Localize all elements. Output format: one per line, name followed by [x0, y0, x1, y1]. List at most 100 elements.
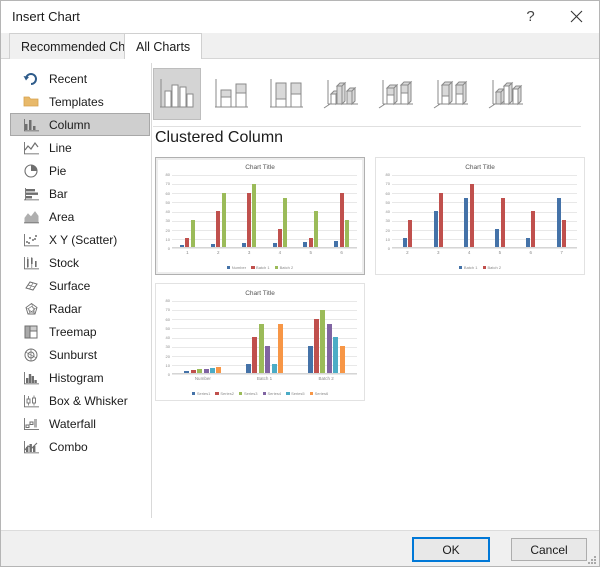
subtype-3d-clustered-column[interactable] — [318, 68, 366, 120]
sidebar-item-histogram[interactable]: Histogram — [10, 366, 150, 389]
insert-chart-dialog: Insert Chart ? Recommended Charts All Ch… — [0, 0, 600, 567]
bar — [562, 220, 566, 247]
tab-all-charts[interactable]: All Charts — [124, 33, 202, 60]
y-axis-tick-label: 20 — [386, 229, 390, 233]
chart-subtype-strip[interactable] — [153, 68, 591, 121]
x-axis-tick-label: 1 — [172, 250, 203, 255]
grid-line: 0 — [392, 248, 577, 249]
legend-swatch — [286, 392, 290, 396]
y-axis-tick-label: 50 — [386, 201, 390, 205]
sidebar-item-templates[interactable]: Templates — [10, 90, 150, 113]
sidebar-item-box-whisker[interactable]: Box & Whisker — [10, 389, 150, 412]
sidebar-item-label: Bar — [49, 187, 68, 201]
chart-preview-3[interactable]: Chart Title01020304050607080NumberBatch … — [155, 283, 365, 401]
bar — [216, 211, 220, 247]
bar-group: 1 — [172, 175, 203, 247]
legend-swatch — [459, 266, 463, 270]
sidebar-item-label: X Y (Scatter) — [49, 233, 117, 247]
y-axis-tick-label: 50 — [166, 327, 170, 331]
sidebar-item-waterfall[interactable]: Waterfall — [10, 412, 150, 435]
bar — [204, 369, 209, 374]
legend-swatch — [215, 392, 219, 396]
bar — [191, 370, 196, 373]
bar — [408, 220, 412, 247]
sidebar-item-column[interactable]: Column — [10, 113, 150, 136]
x-axis-line — [172, 373, 357, 374]
bar — [247, 193, 251, 247]
cancel-button[interactable]: Cancel — [511, 538, 587, 561]
bar — [252, 184, 256, 247]
sidebar-item-treemap[interactable]: Treemap — [10, 320, 150, 343]
bar — [314, 319, 319, 373]
bar-group: 3 — [234, 175, 265, 247]
y-axis-tick-label: 30 — [166, 345, 170, 349]
legend-swatch — [310, 392, 314, 396]
sidebar-item-sunburst[interactable]: Sunburst — [10, 343, 150, 366]
bar — [265, 346, 270, 373]
legend-label: Series6 — [315, 391, 329, 396]
y-axis-tick-label: 10 — [386, 238, 390, 242]
close-icon[interactable] — [554, 1, 599, 32]
legend-label: Series3 — [244, 391, 258, 396]
area-icon — [22, 209, 40, 225]
sidebar-item-label: Histogram — [49, 371, 104, 385]
plot-area: 01020304050607080234567 — [392, 175, 577, 248]
legend-item: Batch 2 — [275, 265, 294, 270]
bar — [197, 369, 202, 373]
radar-icon — [22, 301, 40, 317]
sidebar-item-bar[interactable]: Bar — [10, 182, 150, 205]
legend-swatch — [263, 392, 267, 396]
y-axis-tick-label: 80 — [166, 173, 170, 177]
chart-legend: Batch 1 Batch 2 — [376, 265, 584, 270]
sidebar-item-label: Box & Whisker — [49, 394, 128, 408]
sidebar-item-radar[interactable]: Radar — [10, 297, 150, 320]
bar — [309, 238, 313, 247]
resize-grip[interactable] — [586, 554, 596, 564]
chart-preview-2[interactable]: Chart Title01020304050607080234567Batch … — [375, 157, 585, 275]
bar — [211, 244, 215, 247]
sidebar-item-recent[interactable]: Recent — [10, 67, 150, 90]
x-axis-tick-label: Number — [172, 376, 234, 381]
x-axis-tick-label: 3 — [423, 250, 454, 255]
sidebar-item-area[interactable]: Area — [10, 205, 150, 228]
y-axis-tick-label: 50 — [166, 201, 170, 205]
scatter-icon — [22, 232, 40, 248]
treemap-icon — [22, 324, 40, 340]
sidebar-item-stock[interactable]: Stock — [10, 251, 150, 274]
x-axis-tick-label: 2 — [392, 250, 423, 255]
sidebar-item-pie[interactable]: Pie — [10, 159, 150, 182]
x-axis-line — [392, 247, 577, 248]
mini-chart: Chart Title01020304050607080NumberBatch … — [156, 284, 364, 400]
histogram-icon — [22, 370, 40, 386]
sidebar-item-label: Stock — [49, 256, 79, 270]
subtype-100-stacked-column[interactable] — [263, 68, 311, 120]
subtype-3d-100-stacked-column[interactable] — [428, 68, 476, 120]
bar — [334, 241, 338, 247]
subtype-3d-column[interactable] — [483, 68, 531, 120]
sidebar-item-label: Treemap — [49, 325, 97, 339]
dialog-body: RecentTemplatesColumnLinePie Bar Area X Y (… — [1, 59, 599, 532]
subtype-3d-stacked-column[interactable] — [373, 68, 421, 120]
ok-button[interactable]: OK — [413, 538, 489, 561]
sidebar-item-surface[interactable]: Surface — [10, 274, 150, 297]
legend-label: Series4 — [268, 391, 282, 396]
sidebar-item-label: Combo — [49, 440, 88, 454]
legend-item: Series1 — [192, 391, 211, 396]
help-icon[interactable]: ? — [508, 1, 553, 32]
subtype-clustered-column[interactable] — [153, 68, 201, 120]
subtype-stacked-column[interactable] — [208, 68, 256, 120]
chart-preview-1[interactable]: Chart Title01020304050607080123456Number… — [155, 157, 365, 275]
bar — [327, 324, 332, 374]
chart-preview-gallery[interactable]: Chart Title01020304050607080123456Number… — [153, 155, 589, 417]
bar-group: 5 — [485, 175, 516, 247]
legend-item: Series5 — [286, 391, 305, 396]
legend-label: Batch 1 — [464, 265, 478, 270]
legend-item: Batch 2 — [483, 265, 502, 270]
legend-item: Number — [227, 265, 246, 270]
sidebar-item-line[interactable]: Line — [10, 136, 150, 159]
sidebar-item-combo[interactable]: Combo — [10, 435, 150, 458]
sidebar-item-x-y-scatter[interactable]: X Y (Scatter) — [10, 228, 150, 251]
x-axis-tick-label: Batch 2 — [295, 376, 357, 381]
sidebar-item-label: Area — [49, 210, 74, 224]
chart-type-list[interactable]: RecentTemplatesColumnLinePie Bar Area X Y (… — [10, 67, 150, 519]
